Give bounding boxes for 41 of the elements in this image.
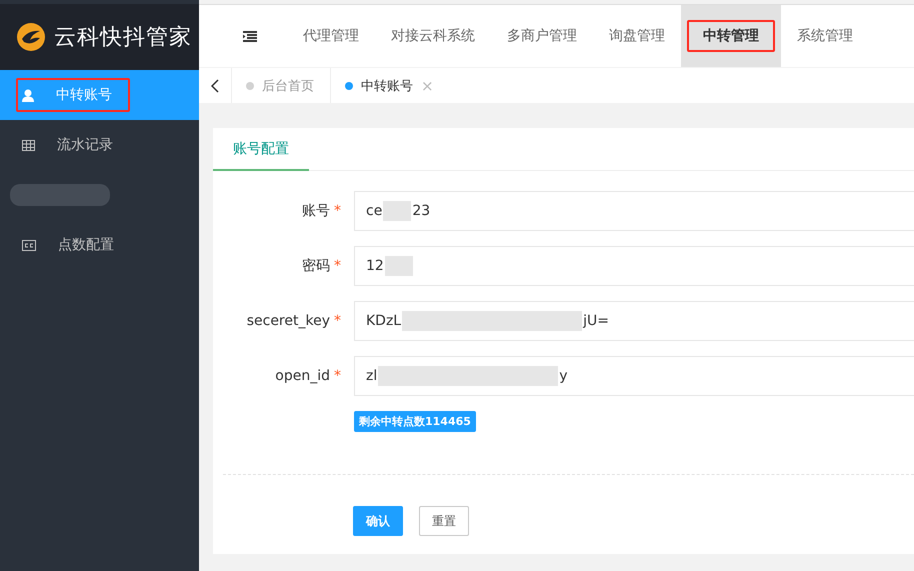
- input-field[interactable]: zl y: [354, 356, 914, 396]
- field-label: open_id: [275, 368, 330, 384]
- status-dot: [345, 82, 353, 90]
- required-mark: *: [334, 368, 341, 384]
- blurred-text: [384, 256, 413, 276]
- field-label: 账号: [302, 203, 330, 219]
- nav-tab-label: 系统管理: [796, 27, 854, 46]
- nav-tab[interactable]: 询盘管理: [593, 5, 681, 67]
- input-field[interactable]: 12: [354, 246, 914, 286]
- nav-tab-label: 中转管理: [687, 20, 775, 52]
- nav-tab[interactable]: 对接云科系统: [375, 5, 491, 67]
- required-mark: *: [334, 258, 341, 274]
- reset-button[interactable]: 重置: [419, 506, 469, 536]
- nav-tab[interactable]: 中转管理: [681, 5, 781, 67]
- nav-tab-label: 代理管理: [302, 27, 360, 46]
- input-field[interactable]: KDzL jU=: [354, 301, 914, 341]
- field-label: seceret_key: [246, 313, 330, 329]
- nav-tab[interactable]: 系统管理: [781, 5, 869, 67]
- required-mark: *: [334, 203, 341, 219]
- points-badge: 剩余中转点数114465: [354, 411, 476, 432]
- sidebar-item[interactable]: 流水记录: [16, 128, 131, 162]
- cc-icon: [22, 240, 36, 250]
- blurred-text: [383, 201, 412, 221]
- card-tab[interactable]: 账号配置: [213, 128, 309, 171]
- person-icon: [22, 88, 34, 102]
- nav-tab[interactable]: 多商户管理: [491, 5, 593, 67]
- sidebar-item[interactable]: 点数配置: [16, 228, 132, 262]
- page-tab[interactable]: 中转账号 ×: [330, 68, 450, 103]
- required-mark: *: [334, 313, 341, 329]
- nav-tab-label: 多商户管理: [506, 27, 578, 46]
- nav-tab-label: 对接云科系统: [390, 27, 476, 46]
- field-label: 密码: [302, 258, 330, 274]
- input-field[interactable]: ce 23: [354, 191, 914, 231]
- nav-tab-label: 询盘管理: [608, 27, 666, 46]
- status-dot: [246, 82, 254, 90]
- menu-icon[interactable]: [243, 30, 257, 42]
- app-title: 云科快抖管家: [54, 24, 192, 52]
- nav-tab[interactable]: 代理管理: [287, 5, 375, 67]
- bird-logo-icon: [16, 22, 46, 52]
- grid-icon: [22, 140, 35, 150]
- chevron-left-icon[interactable]: [211, 78, 219, 92]
